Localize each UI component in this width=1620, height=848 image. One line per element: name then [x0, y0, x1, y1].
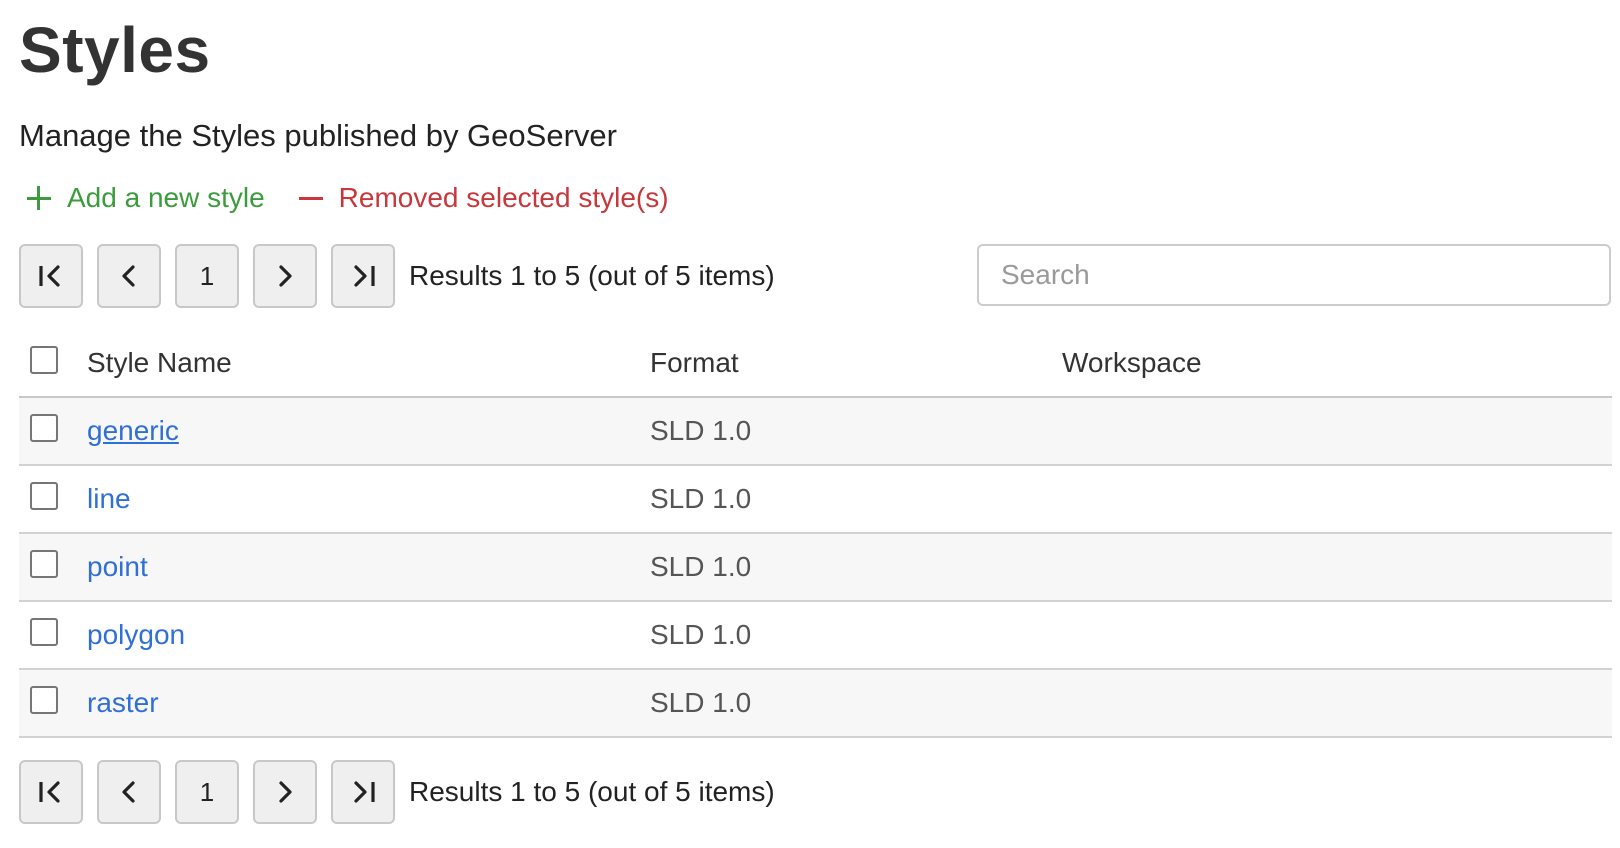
style-name-link[interactable]: line [87, 483, 131, 514]
table-row: point SLD 1.0 [19, 533, 1612, 602]
table-row: line SLD 1.0 [19, 465, 1612, 534]
current-page-button[interactable]: 1 [175, 760, 239, 824]
minus-icon [297, 184, 325, 212]
row-checkbox[interactable] [30, 618, 58, 646]
format-header[interactable]: Format [650, 330, 1062, 398]
table-row: raster SLD 1.0 [19, 669, 1612, 738]
pager-top: 1 Results 1 to 5 (out of 5 items) [19, 244, 775, 308]
row-select-cell [19, 397, 87, 466]
row-checkbox[interactable] [30, 686, 58, 714]
table-header-row: Style Name Format Workspace [19, 330, 1612, 398]
row-select-cell [19, 601, 87, 670]
workspace-cell [1062, 601, 1612, 670]
previous-page-button[interactable] [97, 760, 161, 824]
next-page-button[interactable] [253, 244, 317, 308]
chevron-left-icon [122, 265, 135, 287]
current-page-button[interactable]: 1 [175, 244, 239, 308]
last-page-button[interactable] [331, 760, 395, 824]
style-name-link[interactable]: generic [87, 415, 179, 446]
action-bar: Add a new style Removed selected style(s… [19, 180, 669, 216]
add-style-link[interactable]: Add a new style [25, 180, 265, 216]
chevron-left-icon [122, 781, 135, 803]
chevron-right-icon [279, 781, 292, 803]
chevron-right-icon [279, 265, 292, 287]
format-cell: SLD 1.0 [650, 601, 1062, 670]
table-row: generic SLD 1.0 [19, 397, 1612, 466]
page-title: Styles [19, 14, 211, 86]
style-name-link[interactable]: polygon [87, 619, 185, 650]
style-name-cell: line [87, 465, 650, 534]
last-page-button[interactable] [331, 244, 395, 308]
last-page-icon [354, 265, 375, 287]
style-name-header[interactable]: Style Name [87, 330, 650, 398]
workspace-header[interactable]: Workspace [1062, 330, 1612, 398]
last-page-icon [354, 781, 375, 803]
row-checkbox[interactable] [30, 414, 58, 442]
pager-bottom: 1 Results 1 to 5 (out of 5 items) [19, 760, 775, 824]
first-page-icon [39, 781, 60, 803]
search-input[interactable] [977, 244, 1611, 306]
table-row: polygon SLD 1.0 [19, 601, 1612, 670]
row-select-cell [19, 465, 87, 534]
workspace-cell [1062, 533, 1612, 602]
row-checkbox[interactable] [30, 482, 58, 510]
style-name-link[interactable]: point [87, 551, 148, 582]
previous-page-button[interactable] [97, 244, 161, 308]
styles-table: Style Name Format Workspace generic SLD … [19, 330, 1612, 738]
first-page-icon [39, 265, 60, 287]
style-name-cell: raster [87, 669, 650, 738]
style-name-link[interactable]: raster [87, 687, 159, 718]
results-summary: Results 1 to 5 (out of 5 items) [409, 776, 775, 807]
row-select-cell [19, 669, 87, 738]
next-page-button[interactable] [253, 760, 317, 824]
row-select-cell [19, 533, 87, 602]
format-cell: SLD 1.0 [650, 669, 1062, 738]
style-name-cell: point [87, 533, 650, 602]
results-summary: Results 1 to 5 (out of 5 items) [409, 260, 775, 291]
style-name-cell: generic [87, 397, 650, 466]
format-cell: SLD 1.0 [650, 533, 1062, 602]
workspace-cell [1062, 397, 1612, 466]
workspace-cell [1062, 465, 1612, 534]
remove-styles-label: Removed selected style(s) [338, 182, 669, 213]
format-cell: SLD 1.0 [650, 465, 1062, 534]
style-name-cell: polygon [87, 601, 650, 670]
format-cell: SLD 1.0 [650, 397, 1062, 466]
remove-selected-styles-link[interactable]: Removed selected style(s) [297, 180, 669, 216]
select-all-checkbox[interactable] [30, 346, 58, 374]
first-page-button[interactable] [19, 244, 83, 308]
select-all-cell [19, 330, 87, 398]
first-page-button[interactable] [19, 760, 83, 824]
workspace-cell [1062, 669, 1612, 738]
page-subtitle: Manage the Styles published by GeoServer [19, 118, 617, 153]
add-style-label: Add a new style [67, 182, 265, 213]
row-checkbox[interactable] [30, 550, 58, 578]
plus-icon [25, 184, 53, 212]
